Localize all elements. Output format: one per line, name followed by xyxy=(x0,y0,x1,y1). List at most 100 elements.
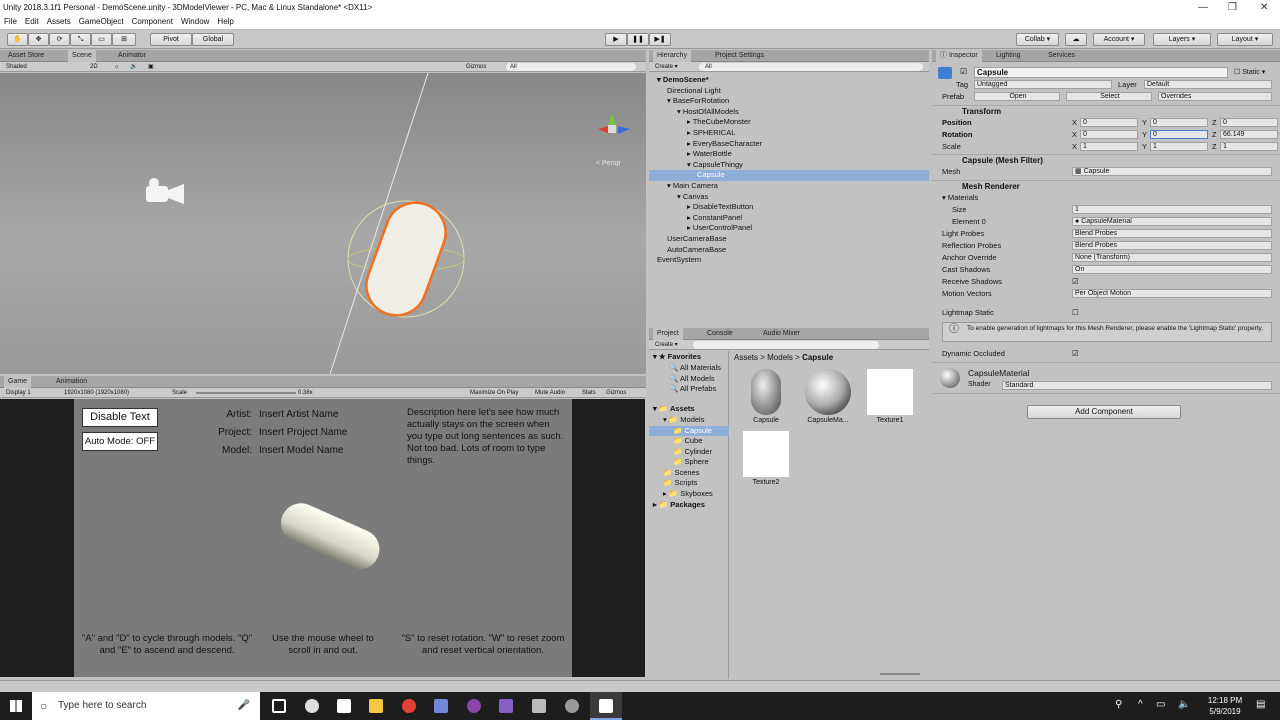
transform-header[interactable]: Transform xyxy=(932,105,1280,117)
move-tool-icon[interactable]: ✥ xyxy=(28,33,49,46)
assets-folder[interactable]: ▾ 📁 Assets xyxy=(653,404,695,415)
tree-skyboxes[interactable]: ▸ 📁 Skyboxes xyxy=(663,489,713,500)
toggle-2d-button[interactable]: 2D xyxy=(90,62,98,72)
prefab-open-button[interactable]: Open xyxy=(974,92,1060,101)
tab-game[interactable]: Game xyxy=(4,376,32,388)
breadcrumb-models[interactable]: Models xyxy=(767,353,793,362)
menu-file[interactable]: File xyxy=(0,15,21,29)
hierarchy-row[interactable]: ▾ Main Camera xyxy=(649,181,929,192)
tree-models[interactable]: ▾ 📁 Models xyxy=(663,415,704,426)
motion-vectors-dropdown[interactable]: Per Object Motion xyxy=(1072,289,1272,298)
global-button[interactable]: Global xyxy=(192,33,234,46)
position-y-label[interactable]: Y xyxy=(1142,117,1147,128)
tree-capsule[interactable]: 📁 Capsule xyxy=(649,425,729,436)
lightmap-static-checkbox[interactable]: ☐ xyxy=(1072,307,1079,318)
rotation-y-field[interactable]: 0 xyxy=(1150,130,1208,139)
rotation-x-label[interactable]: X xyxy=(1072,129,1077,140)
lighting-toggle-icon[interactable]: ☼ xyxy=(114,62,120,72)
anchor-field[interactable]: None (Transform) xyxy=(1072,253,1272,262)
scale-x-field[interactable]: 1 xyxy=(1080,142,1138,151)
hierarchy-row[interactable]: ▾ CapsuleThingy xyxy=(649,160,929,171)
rotation-z-label[interactable]: Z xyxy=(1212,129,1217,140)
hierarchy-row[interactable]: UserCameraBase xyxy=(649,234,929,245)
scene-viewport[interactable]: < Persp xyxy=(0,73,646,374)
hierarchy-row[interactable]: ▸ ConstantPanel xyxy=(649,213,929,224)
pause-button[interactable]: ❚❚ xyxy=(627,33,649,46)
menu-gameobject[interactable]: GameObject xyxy=(75,15,128,29)
audio-toggle-icon[interactable]: 🔊 xyxy=(130,62,137,72)
unity-hub-icon[interactable] xyxy=(565,699,579,713)
tab-asset-store[interactable]: Asset Store xyxy=(4,50,48,62)
volume-icon[interactable]: 🔈 xyxy=(1178,699,1190,710)
menu-help[interactable]: Help xyxy=(213,15,237,29)
person-icon[interactable]: ⚲ xyxy=(1115,699,1122,710)
tree-cylinder[interactable]: 📁 Cylinder xyxy=(673,447,712,458)
scale-z-label[interactable]: Z xyxy=(1212,141,1217,152)
reflection-dropdown[interactable]: Blend Probes xyxy=(1072,241,1272,250)
layout-button[interactable]: Layout ▾ xyxy=(1217,33,1273,46)
auto-mode-button[interactable]: Auto Mode: OFF xyxy=(82,432,158,451)
scale-y-label[interactable]: Y xyxy=(1142,141,1147,152)
settings-icon[interactable] xyxy=(305,699,319,713)
tab-hierarchy[interactable]: Hierarchy xyxy=(653,50,691,62)
hierarchy-create-dropdown[interactable]: Create ▾ xyxy=(655,62,678,72)
visual-studio-icon[interactable] xyxy=(499,699,513,713)
minimize-icon[interactable]: — xyxy=(1198,0,1208,15)
packages-folder[interactable]: ▸ 📁 Packages xyxy=(653,500,705,511)
fav-all-prefabs[interactable]: 🔍 All Prefabs xyxy=(669,384,716,395)
mesh-field[interactable]: ▦ Capsule xyxy=(1072,167,1272,176)
chrome-icon[interactable] xyxy=(402,699,416,713)
hierarchy-row[interactable]: Directional Light xyxy=(649,86,929,97)
discord-icon[interactable] xyxy=(434,699,448,713)
network-icon[interactable]: ▭ xyxy=(1156,699,1165,710)
receive-shadows-checkbox[interactable]: ☑ xyxy=(1072,276,1079,287)
app-icon[interactable] xyxy=(467,699,481,713)
hierarchy-search-input[interactable]: All xyxy=(699,63,923,71)
tab-inspector[interactable]: ⓘ Inspector xyxy=(936,50,982,62)
tray-chevron-icon[interactable]: ^ xyxy=(1138,699,1143,710)
rotation-z-field[interactable]: 66.149 xyxy=(1220,130,1278,139)
account-button[interactable]: Account ▾ xyxy=(1093,33,1145,46)
resolution-dropdown[interactable]: 1920x1080 (1920x1080) xyxy=(64,388,129,398)
tab-audio-mixer[interactable]: Audio Mixer xyxy=(759,328,804,340)
scale-x-label[interactable]: X xyxy=(1072,141,1077,152)
rotation-y-label[interactable]: Y xyxy=(1142,129,1147,140)
shading-dropdown[interactable]: Shaded xyxy=(6,62,27,72)
hierarchy-row[interactable]: ▸ WaterBottle xyxy=(649,149,929,160)
gizmos-dropdown[interactable]: Gizmos xyxy=(466,62,486,72)
scene-search-input[interactable]: All xyxy=(506,63,636,71)
microphone-icon[interactable]: 🎤 xyxy=(238,692,250,720)
transform-tool-icon[interactable]: ⊞ xyxy=(112,33,136,46)
unity-taskbar-button[interactable] xyxy=(590,692,622,720)
hierarchy-row[interactable]: ▸ DisableTextButton xyxy=(649,202,929,213)
menu-edit[interactable]: Edit xyxy=(21,15,43,29)
hierarchy-row[interactable]: ▸ TheCubeMonster xyxy=(649,117,929,128)
prefab-select-button[interactable]: Select xyxy=(1066,92,1152,101)
materials-label[interactable]: ▾ Materials xyxy=(942,192,978,203)
menu-component[interactable]: Component xyxy=(128,15,177,29)
clock[interactable]: 12:18 PM 5/9/2019 xyxy=(1200,695,1250,717)
gizmo-y-axis[interactable] xyxy=(608,113,616,125)
tree-cube[interactable]: 📁 Cube xyxy=(673,436,702,447)
element-field[interactable]: ● CapsuleMaterial xyxy=(1072,217,1272,226)
tag-dropdown[interactable]: Untagged xyxy=(974,80,1112,89)
tab-project-settings[interactable]: Project Settings xyxy=(711,50,768,62)
taskbar-search-input[interactable]: ○ Type here to search 🎤 xyxy=(32,692,260,720)
disable-text-button[interactable]: Disable Text xyxy=(82,408,158,427)
position-z-label[interactable]: Z xyxy=(1212,117,1217,128)
add-component-button[interactable]: Add Component xyxy=(1027,405,1181,419)
gizmo-center[interactable] xyxy=(608,125,616,133)
prefab-overrides-dropdown[interactable]: Overrides xyxy=(1158,92,1272,101)
effects-toggle-icon[interactable]: ▣ xyxy=(148,62,154,72)
mesh-filter-header[interactable]: Capsule (Mesh Filter) xyxy=(932,154,1280,166)
tab-project[interactable]: Project xyxy=(653,328,683,340)
tree-scenes[interactable]: 📁 Scenes xyxy=(663,468,699,479)
mesh-renderer-header[interactable]: Mesh Renderer xyxy=(932,180,1280,192)
persp-label[interactable]: < Persp xyxy=(596,160,620,167)
display-dropdown[interactable]: Display 1 xyxy=(6,388,31,398)
asset-texture2[interactable]: Texture2 xyxy=(736,431,796,486)
light-probes-dropdown[interactable]: Blend Probes xyxy=(1072,229,1272,238)
breadcrumb-assets[interactable]: Assets xyxy=(734,353,758,362)
game-render[interactable]: Disable Text Auto Mode: OFF Artist: Inse… xyxy=(74,399,572,677)
hierarchy-row[interactable]: ▾ Canvas xyxy=(649,192,929,203)
